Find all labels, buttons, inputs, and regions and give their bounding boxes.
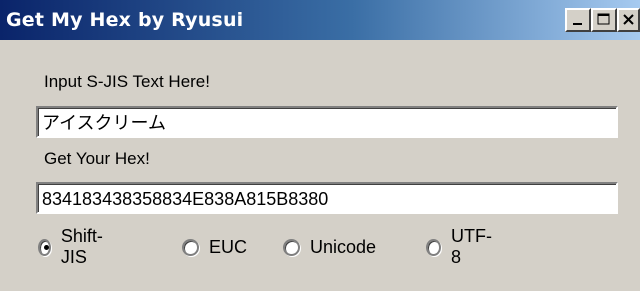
radio-button[interactable] bbox=[182, 238, 199, 256]
sjis-text-value: アイスクリーム bbox=[42, 113, 167, 134]
hex-output-field[interactable]: 834183438358834E838A815B8380 bbox=[36, 182, 618, 214]
window-title: Get My Hex by Ryusui bbox=[6, 9, 244, 31]
output-label: Get Your Hex! bbox=[44, 149, 150, 168]
radio-button[interactable] bbox=[426, 238, 441, 256]
title-bar[interactable]: Get My Hex by Ryusui bbox=[0, 0, 640, 40]
radio-euc[interactable]: EUC bbox=[182, 234, 247, 260]
radio-label: UTF-8 bbox=[450, 226, 492, 267]
close-button[interactable] bbox=[617, 8, 640, 32]
radio-unicode[interactable]: Unicode bbox=[283, 234, 376, 260]
input-label: Input S-JIS Text Here! bbox=[44, 72, 210, 91]
hex-output-value: 834183438358834E838A815B8380 bbox=[42, 189, 329, 209]
radio-label: Shift-JIS bbox=[60, 226, 103, 267]
minimize-icon bbox=[573, 23, 582, 25]
minimize-button[interactable] bbox=[565, 8, 591, 32]
close-icon bbox=[623, 14, 634, 25]
radio-button-checked[interactable] bbox=[38, 238, 51, 256]
radio-button[interactable] bbox=[283, 238, 300, 256]
radio-utf-8[interactable]: UTF-8 bbox=[426, 226, 494, 267]
maximize-button[interactable] bbox=[591, 8, 617, 32]
sjis-text-input[interactable]: アイスクリーム bbox=[36, 106, 618, 138]
radio-shift-jis[interactable]: Shift-JIS bbox=[38, 226, 107, 267]
app-window: Get My Hex by Ryusui Input S-JIS Text He… bbox=[0, 0, 640, 291]
maximize-icon bbox=[597, 13, 610, 25]
radio-label: EUC bbox=[209, 236, 248, 257]
radio-label: Unicode bbox=[310, 236, 377, 257]
